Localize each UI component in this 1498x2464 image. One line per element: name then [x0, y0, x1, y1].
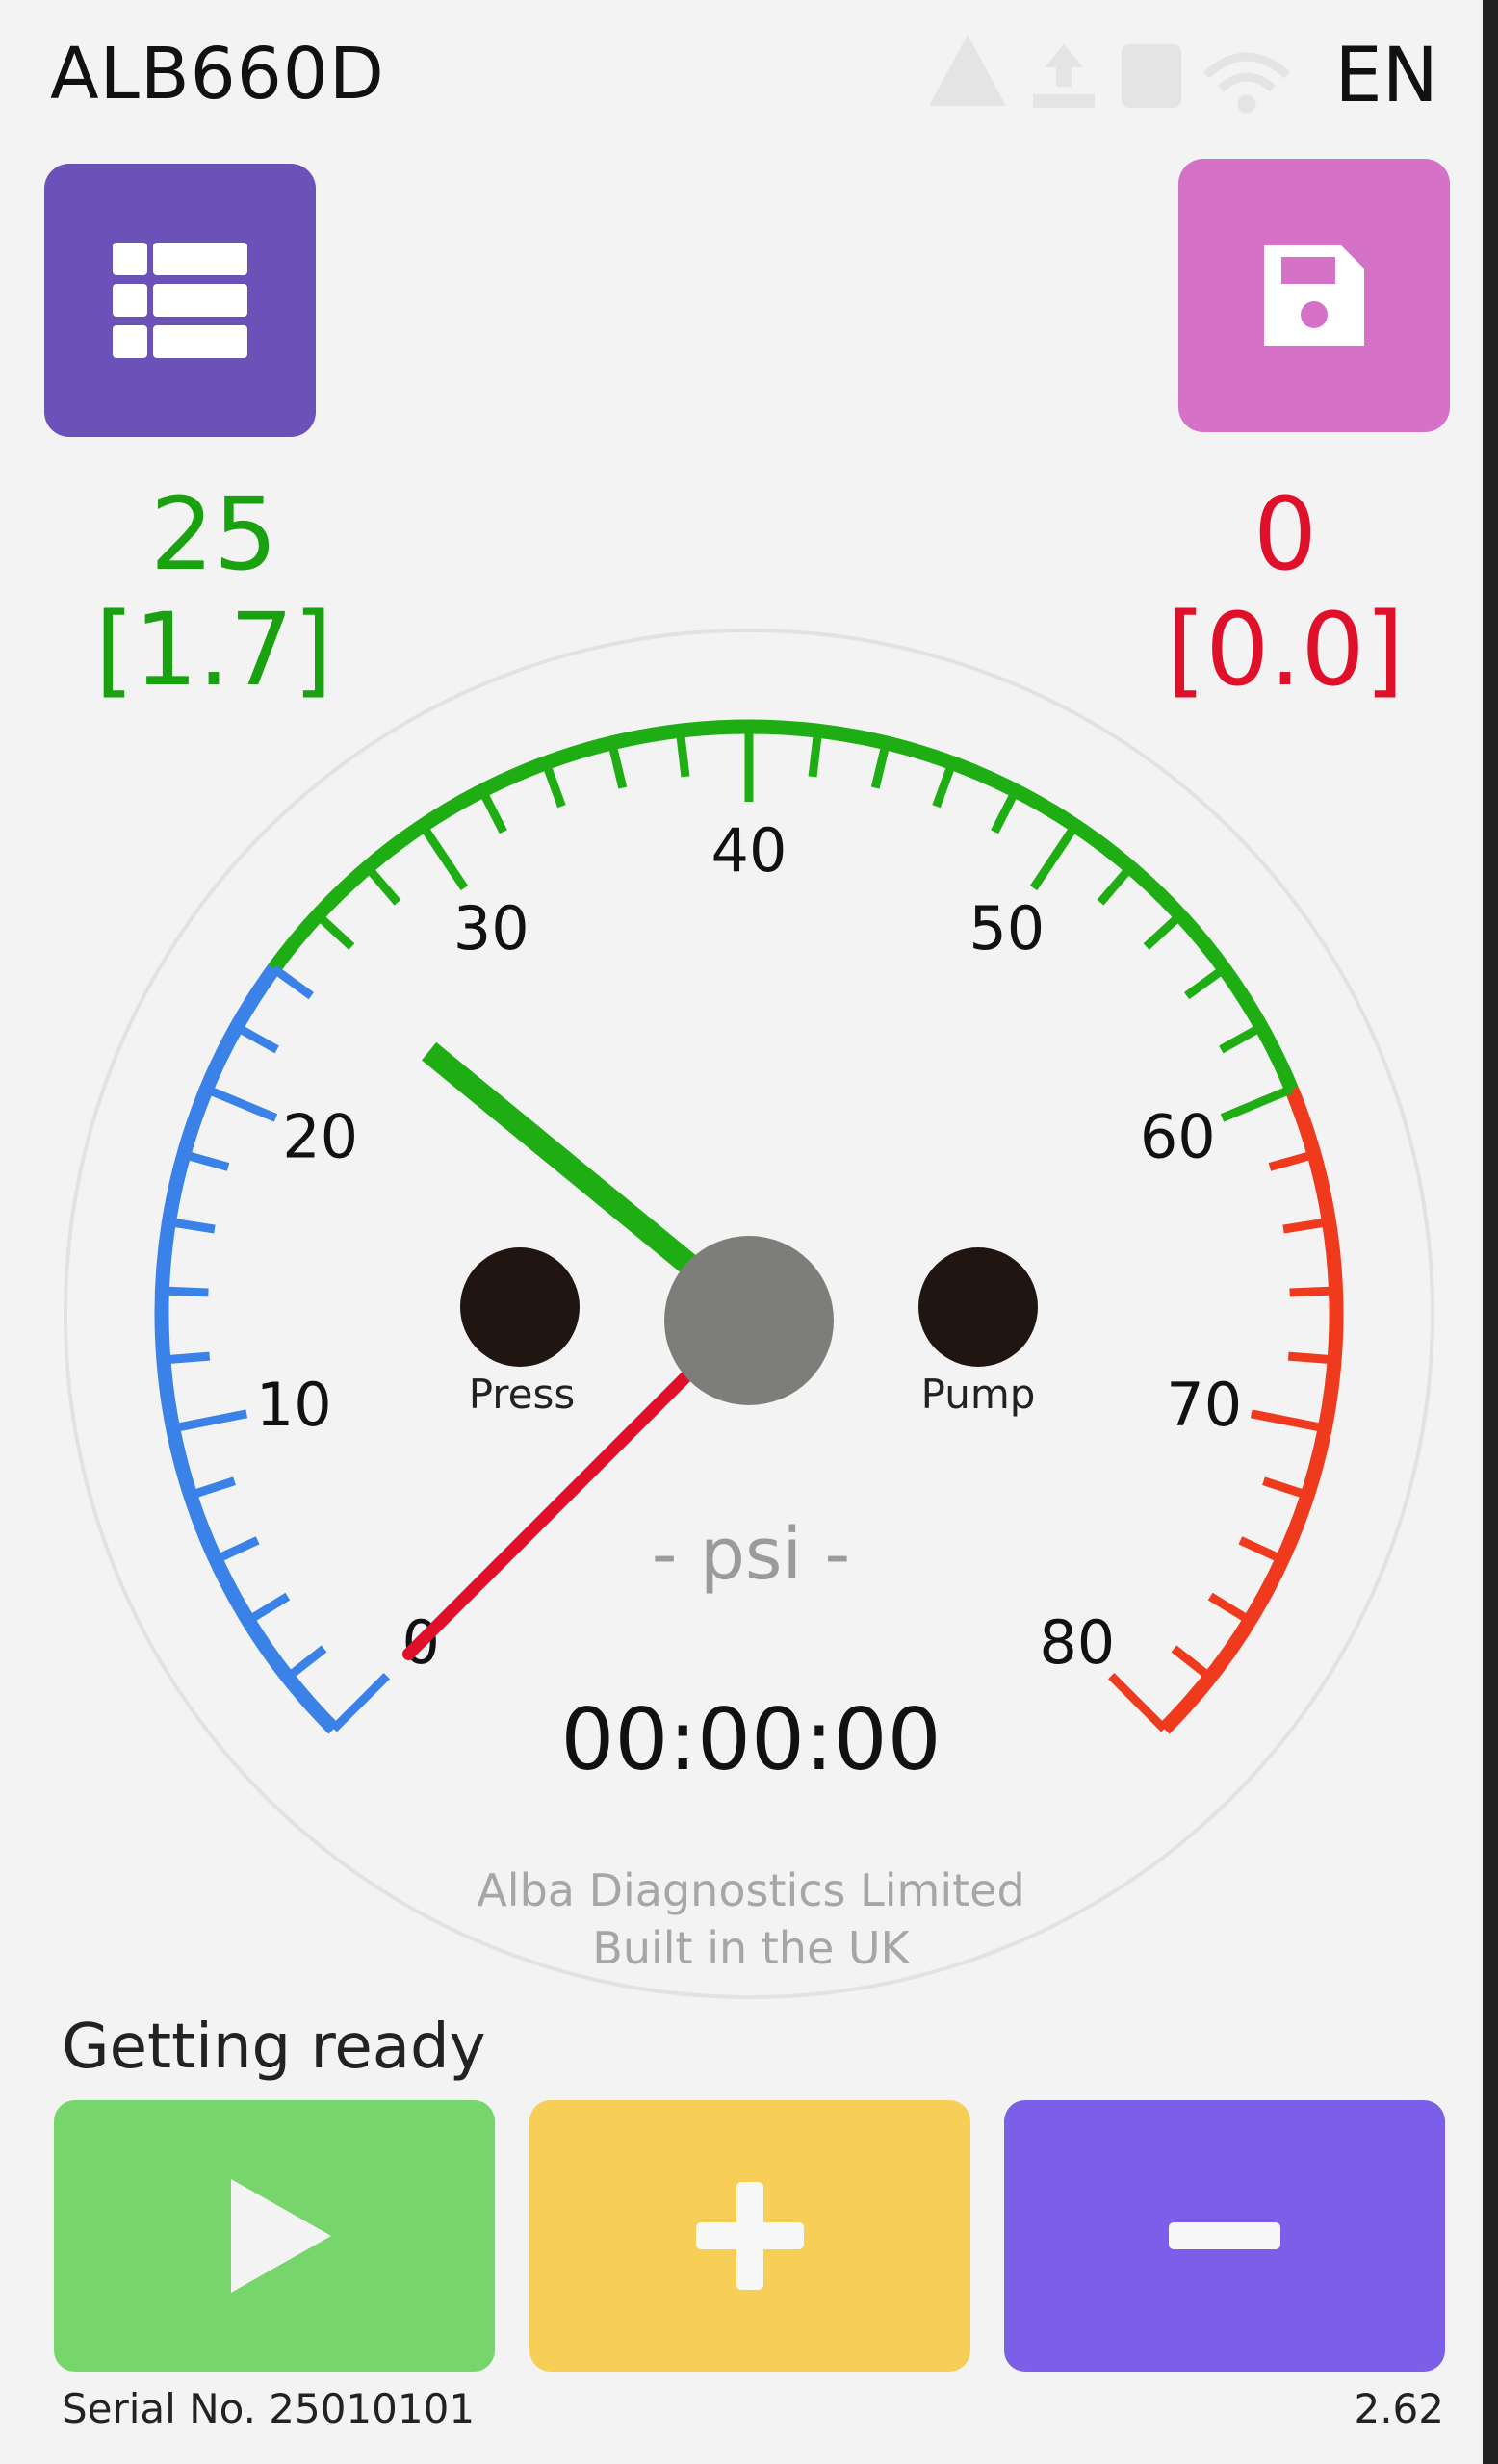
manufacturer-line2: Built in the UK — [592, 1922, 911, 1974]
increase-button[interactable] — [529, 2100, 970, 2372]
gauge-minor-tick — [541, 761, 566, 808]
gauge-minor-tick — [1143, 911, 1183, 950]
gauge-minor-tick — [1207, 1592, 1253, 1625]
upload-icon — [1033, 44, 1095, 108]
status-icons — [929, 35, 1291, 114]
device-model-title: ALB660D — [50, 33, 385, 116]
gauge-minor-tick — [234, 1023, 279, 1054]
firmware-version: 2.62 — [1354, 2385, 1444, 2432]
gauge-tick-label: 30 — [453, 893, 529, 963]
gauge-minor-tick — [1268, 1150, 1316, 1171]
decrease-button[interactable] — [1004, 2100, 1445, 2372]
pump-label: Pump — [921, 1371, 1036, 1418]
gauge-minor-tick — [189, 1476, 236, 1500]
storage-icon — [1122, 44, 1181, 108]
gauge-minor-tick — [1171, 1645, 1213, 1681]
gauge-minor-tick — [1238, 1536, 1284, 1564]
warning-icon — [929, 35, 1006, 106]
plus-icon — [696, 2182, 804, 2290]
right-reading-value: 0 — [1253, 475, 1318, 593]
wifi-icon — [1202, 52, 1291, 114]
gauge-minor-tick — [1097, 864, 1134, 906]
pressure-gauge: 01020304050607080 Press Pump - psi - 00:… — [64, 629, 1434, 1999]
test-timer: 00:00:00 — [560, 1690, 941, 1789]
gauge-minor-tick — [1282, 1218, 1330, 1234]
gauge-major-tick — [1029, 823, 1079, 891]
gauge-tick-label: 40 — [711, 815, 788, 886]
unit-label: - psi - — [652, 1513, 851, 1596]
gauge-minor-tick — [1219, 1023, 1264, 1054]
language-selector[interactable]: EN — [1334, 33, 1438, 119]
gauge-minor-tick — [182, 1150, 230, 1171]
gauge-minor-tick — [245, 1592, 291, 1625]
gauge-major-tick — [1250, 1409, 1327, 1433]
serial-number: Serial No. 25010101 — [62, 2385, 476, 2432]
gauge-minor-tick — [1184, 964, 1227, 1000]
gauge-major-tick — [1220, 1085, 1294, 1122]
gauge-minor-tick — [675, 730, 690, 778]
gauge-minor-tick — [607, 741, 628, 789]
gauge-minor-tick — [162, 1286, 209, 1297]
gauge-band-0 — [154, 964, 339, 1734]
gauge-major-tick — [419, 823, 469, 891]
list-icon — [113, 243, 247, 358]
gauge-minor-tick — [285, 1645, 327, 1681]
gauge-minor-tick — [870, 741, 891, 789]
gauge-minor-tick — [315, 911, 355, 950]
start-button[interactable] — [54, 2100, 495, 2372]
gauge-minor-tick — [1262, 1476, 1309, 1500]
gauge-tick-label: 10 — [256, 1370, 332, 1440]
gauge-minor-tick — [163, 1351, 211, 1365]
gauge-tick-label: 80 — [1039, 1607, 1115, 1678]
manufacturer-line1: Alba Diagnostics Limited — [477, 1864, 1024, 1916]
gauge-minor-tick — [991, 788, 1020, 834]
status-text: Getting ready — [62, 2012, 486, 2083]
green-needle — [421, 1041, 705, 1280]
play-icon — [231, 2179, 331, 2293]
save-icon — [1264, 245, 1364, 346]
gauge-major-tick — [171, 1409, 248, 1433]
minus-icon — [1169, 2222, 1280, 2249]
pump-indicator — [918, 1247, 1038, 1367]
gauge-minor-tick — [478, 788, 507, 834]
needle-hub — [664, 1236, 834, 1405]
gauge-major-tick — [1107, 1672, 1168, 1732]
gauge-tick-label: 60 — [1140, 1102, 1216, 1172]
save-button[interactable] — [1178, 159, 1450, 432]
gauge-tick-label: 70 — [1166, 1370, 1242, 1440]
gauge-tick-label: 50 — [969, 893, 1045, 963]
press-indicator — [460, 1247, 580, 1367]
gauge-minor-tick — [1287, 1351, 1335, 1365]
gauge-minor-tick — [1289, 1286, 1336, 1297]
gauge-tick-label: 20 — [282, 1102, 358, 1172]
gauge-minor-tick — [364, 864, 401, 906]
gauge-minor-tick — [271, 964, 314, 1000]
menu-button[interactable] — [44, 164, 316, 437]
gauge-minor-tick — [808, 730, 823, 778]
gauge-major-tick — [204, 1085, 278, 1122]
press-label: Press — [469, 1371, 576, 1418]
gauge-minor-tick — [214, 1536, 260, 1564]
left-reading-value: 25 — [149, 475, 278, 593]
gauge-minor-tick — [168, 1218, 216, 1234]
gauge-band-1 — [268, 719, 1299, 1092]
gauge-major-tick — [330, 1672, 391, 1732]
gauge-minor-tick — [932, 761, 957, 808]
